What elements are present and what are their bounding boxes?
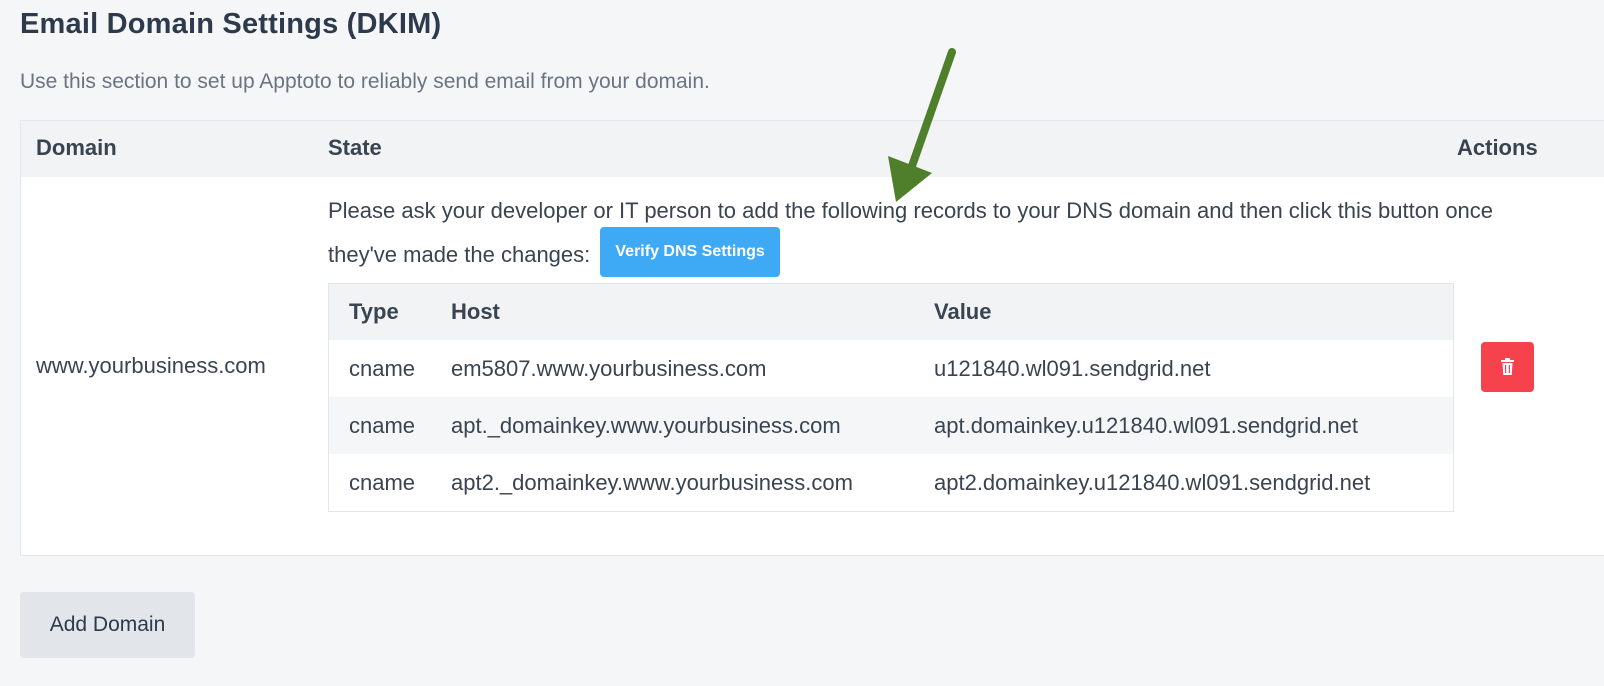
record-value: u121840.wl091.sendgrid.net xyxy=(934,356,1211,381)
record-type: cname xyxy=(349,356,416,381)
record-host: apt2._domainkey.www.yourbusiness.com xyxy=(451,470,853,495)
records-header: Type Host Value xyxy=(329,284,1453,340)
records-header-value: Value xyxy=(934,299,992,324)
record-value: apt.domainkey.u121840.wl091.sendgrid.net xyxy=(934,413,1359,438)
page-title: Email Domain Settings (DKIM) xyxy=(20,8,442,40)
record-value: apt2.domainkey.u121840.wl091.sendgrid.ne… xyxy=(934,470,1371,495)
records-header-host: Host xyxy=(451,299,500,324)
domain-name: www.yourbusiness.com xyxy=(36,353,266,378)
verify-dns-settings-button[interactable]: Verify DNS Settings xyxy=(600,227,780,277)
header-domain: Domain xyxy=(36,135,117,160)
record-type: cname xyxy=(349,470,416,495)
trash-icon xyxy=(1501,358,1514,375)
record-type: cname xyxy=(349,413,416,438)
delete-domain-button[interactable] xyxy=(1481,342,1534,392)
table-row: cname apt2._domainkey.www.yourbusiness.c… xyxy=(329,454,1453,511)
page: Email Domain Settings (DKIM) Use this se… xyxy=(0,0,1604,686)
record-host: apt._domainkey.www.yourbusiness.com xyxy=(451,413,841,438)
arrow-down-icon xyxy=(888,48,956,202)
header-actions: Actions xyxy=(1457,135,1538,160)
dns-records-table: Type Host Value cname em5807.www.yourbus… xyxy=(328,283,1454,512)
domain-settings-table: Domain State Actions www.yourbusiness.co… xyxy=(20,120,1604,556)
record-host: em5807.www.yourbusiness.com xyxy=(451,356,767,381)
table-row: cname apt._domainkey.www.yourbusiness.co… xyxy=(329,397,1453,454)
records-header-type: Type xyxy=(349,299,399,324)
header-state: State xyxy=(328,135,382,160)
instructions-text: Please ask your developer or IT person t… xyxy=(328,198,1494,267)
table-row: cname em5807.www.yourbusiness.com u12184… xyxy=(329,340,1453,397)
table-header: Domain State Actions xyxy=(21,121,1604,177)
add-domain-button[interactable]: Add Domain xyxy=(20,592,195,658)
page-subtitle: Use this section to set up Apptoto to re… xyxy=(20,70,710,93)
